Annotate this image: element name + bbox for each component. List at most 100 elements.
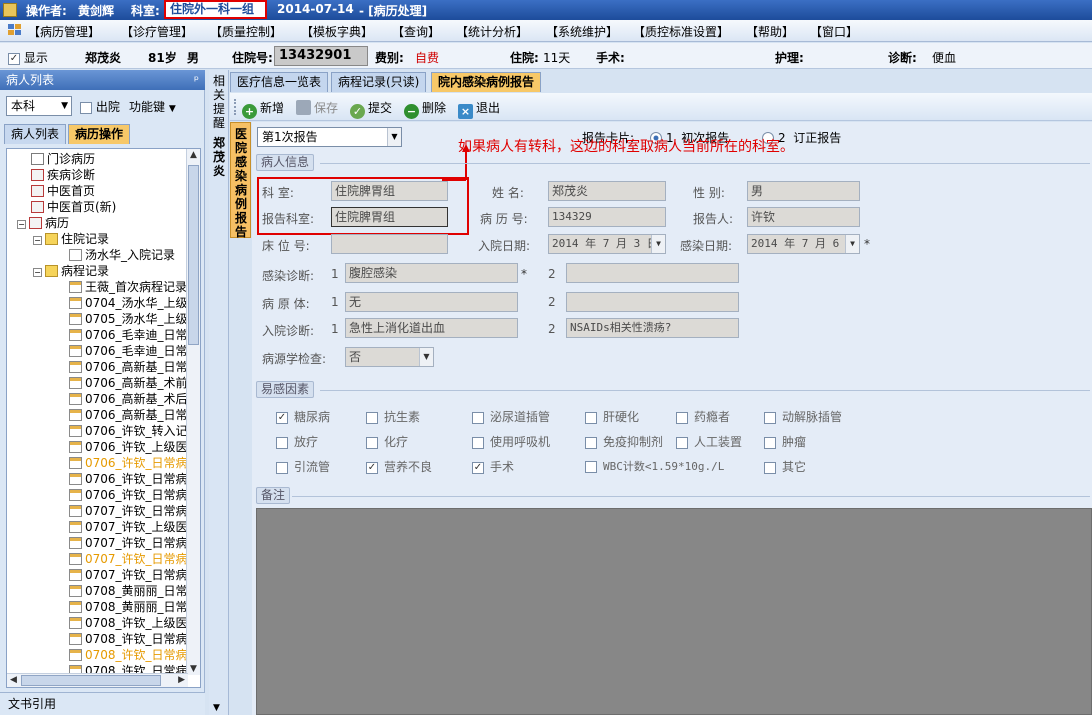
scroll-up-icon[interactable]: ▲ bbox=[190, 150, 197, 160]
calendar-dropdown-icon[interactable]: ▼ bbox=[651, 235, 665, 253]
tree-course-item[interactable]: 0708_黄丽丽_日常 bbox=[69, 599, 188, 615]
discharged-toggle[interactable]: 出院 bbox=[80, 98, 120, 115]
save-button[interactable]: 保存 bbox=[296, 99, 338, 116]
tab-medical-info[interactable]: 医疗信息一览表 bbox=[230, 72, 329, 92]
tree-course-item[interactable]: 王薇_首次病程记录 bbox=[69, 279, 187, 295]
risk-radiotherapy[interactable]: 放疗 bbox=[276, 433, 318, 450]
dept-filter-select[interactable]: 本科 ▼ bbox=[6, 96, 72, 116]
menu-window[interactable]: 【窗口】 bbox=[810, 23, 858, 40]
tree-course-item[interactable]: 0707_许钦_上级医 bbox=[69, 519, 188, 535]
tree-item-outpatient[interactable]: 门诊病历 bbox=[31, 151, 95, 167]
infect-diag-field-1[interactable]: 腹腔感染 bbox=[345, 263, 518, 283]
risk-ventilator[interactable]: 使用呼吸机 bbox=[472, 433, 550, 450]
collapse-icon[interactable]: − bbox=[33, 268, 42, 277]
checkbox-checked[interactable]: ✓ bbox=[472, 461, 484, 474]
tree-item-admission[interactable]: − 住院记录 bbox=[33, 231, 109, 247]
tree-course-item[interactable]: 0706_许钦_上级医 bbox=[69, 439, 188, 455]
tree-course-item[interactable]: 0708_黄丽丽_日常 bbox=[69, 583, 188, 599]
tree-course-item[interactable]: 0707_许钦_日常病 bbox=[69, 567, 188, 583]
risk-wbc-count[interactable]: WBC计数<1.59*10g./L bbox=[585, 458, 724, 474]
bed-no-field[interactable] bbox=[331, 234, 448, 254]
risk-artificial-device[interactable]: 人工装置 bbox=[676, 433, 742, 450]
report-number-select[interactable]: 第1次报告 ▼ bbox=[257, 127, 402, 147]
tree-course-item[interactable]: 0708_许钦_日常病 bbox=[69, 631, 188, 647]
menu-help[interactable]: 【帮助】 bbox=[746, 23, 794, 40]
tree-vertical-scrollbar[interactable]: ▲ ▼ bbox=[186, 149, 200, 675]
tree-course-item[interactable]: 0706_许钦_日常病 bbox=[69, 471, 188, 487]
scroll-right-icon[interactable]: ▶ bbox=[178, 675, 185, 685]
infect-diag-field-2[interactable] bbox=[566, 263, 739, 283]
menu-treatment-mgmt[interactable]: 【诊疗管理】 bbox=[121, 23, 193, 40]
infect-date-field[interactable]: 2014 年 7 月 6 日 ▼ bbox=[747, 234, 860, 254]
menu-qc-standard[interactable]: 【质控标准设置】 bbox=[633, 23, 729, 40]
tree-item-tcm-front[interactable]: 中医首页 bbox=[31, 183, 95, 199]
record-no-field[interactable]: 134329 bbox=[548, 207, 666, 227]
menu-statistics[interactable]: 【统计分析】 bbox=[456, 23, 528, 40]
risk-chemotherapy[interactable]: 化疗 bbox=[366, 433, 408, 450]
scroll-left-icon[interactable]: ◀ bbox=[10, 675, 17, 685]
checkbox[interactable] bbox=[472, 411, 484, 424]
risk-antibiotics[interactable]: 抗生素 bbox=[366, 408, 420, 425]
dept-field[interactable]: 住院脾胃组 bbox=[331, 181, 448, 201]
pin-icon[interactable]: ᵖ bbox=[194, 70, 199, 90]
submit-button[interactable]: ✓ 提交 bbox=[350, 99, 392, 119]
sex-field[interactable]: 男 bbox=[747, 181, 860, 201]
checkbox[interactable] bbox=[764, 411, 776, 424]
checkbox[interactable] bbox=[276, 436, 288, 449]
risk-cirrhosis[interactable]: 肝硬化 bbox=[585, 408, 639, 425]
risk-tumor[interactable]: 肿瘤 bbox=[764, 433, 806, 450]
new-button[interactable]: + 新增 bbox=[242, 99, 284, 119]
risk-drug-addict[interactable]: 药瘾者 bbox=[676, 408, 730, 425]
discharged-checkbox[interactable] bbox=[80, 101, 92, 114]
tree-item-course[interactable]: − 病程记录 bbox=[33, 263, 109, 279]
tree-course-item[interactable]: 0707_许钦_日常病 bbox=[69, 503, 188, 519]
pathogen-field-1[interactable]: 无 bbox=[345, 292, 518, 312]
menu-grid-icon[interactable] bbox=[8, 24, 22, 37]
tab-infection-report[interactable]: 院内感染病例报告 bbox=[431, 72, 542, 92]
tree-item-admission-record[interactable]: 汤水华_入院记录 bbox=[69, 247, 175, 263]
document-reference-panel[interactable]: 文书引用 bbox=[0, 692, 205, 715]
tab-course-readonly[interactable]: 病程记录(只读) bbox=[331, 72, 427, 92]
tree-course-item[interactable]: 0706_高新基_术前 bbox=[69, 375, 188, 391]
risk-drainage-tube[interactable]: 引流管 bbox=[276, 458, 330, 475]
tree-course-item[interactable]: 0706_许钦_日常病 bbox=[69, 487, 188, 503]
tree-course-item[interactable]: 0706_毛幸迪_日常 bbox=[69, 343, 188, 359]
scroll-down-icon[interactable]: ▼ bbox=[190, 664, 197, 674]
checkbox-checked[interactable]: ✓ bbox=[366, 461, 378, 474]
tree-course-item[interactable]: 0707_许钦_日常病 bbox=[69, 551, 188, 567]
admit-date-field[interactable]: 2014 年 7 月 3 日 ▼ bbox=[548, 234, 666, 254]
pathogen-field-2[interactable] bbox=[566, 292, 739, 312]
reporter-field[interactable]: 许钦 bbox=[747, 207, 860, 227]
tree-item-records[interactable]: − 病历 bbox=[17, 215, 69, 231]
risk-malnutrition[interactable]: ✓ 营养不良 bbox=[366, 458, 432, 475]
function-key-button[interactable]: 功能键 ▼ bbox=[129, 98, 176, 115]
tab-patient-list[interactable]: 病人列表 bbox=[4, 124, 67, 144]
pathogen-check-select[interactable]: 否 ▼ bbox=[345, 347, 434, 367]
tree-course-item[interactable]: 0706_许钦_转入记 bbox=[69, 423, 188, 439]
exit-button[interactable]: × 退出 bbox=[458, 99, 500, 119]
checkbox[interactable] bbox=[585, 461, 597, 473]
tree-course-item[interactable]: 0706_高新基_日常 bbox=[69, 407, 188, 423]
tab-record-operations[interactable]: 病历操作 bbox=[68, 124, 131, 144]
checkbox[interactable] bbox=[366, 411, 378, 424]
menu-system-maint[interactable]: 【系统维护】 bbox=[546, 23, 618, 40]
checkbox[interactable] bbox=[366, 436, 378, 449]
tree-horizontal-scrollbar[interactable]: ◀ ▶ bbox=[7, 673, 188, 687]
checkbox[interactable] bbox=[764, 436, 776, 449]
collapse-icon[interactable]: − bbox=[17, 220, 26, 229]
admit-diag-field-2[interactable]: NSAIDs相关性溃疡? bbox=[566, 318, 739, 338]
checkbox[interactable] bbox=[676, 411, 688, 424]
risk-immunosuppressant[interactable]: 免疫抑制剂 bbox=[585, 433, 663, 450]
show-checkbox[interactable]: ✓ bbox=[8, 52, 20, 65]
tree-course-item[interactable]: 0708_许钦_上级医 bbox=[69, 615, 188, 631]
tree-course-item[interactable]: 0706_高新基_日常 bbox=[69, 359, 188, 375]
checkbox-checked[interactable]: ✓ bbox=[276, 411, 288, 424]
calendar-dropdown-icon[interactable]: ▼ bbox=[845, 235, 859, 253]
scroll-thumb[interactable] bbox=[21, 675, 161, 686]
tree-item-tcm-front-new[interactable]: 中医首页(新) bbox=[31, 199, 116, 215]
report-dept-field[interactable]: 住院脾胃组 bbox=[331, 207, 448, 227]
scroll-thumb[interactable] bbox=[188, 165, 199, 345]
menu-template-dict[interactable]: 【模板字典】 bbox=[301, 23, 373, 40]
menu-quality-control[interactable]: 【质量控制】 bbox=[210, 23, 282, 40]
checkbox[interactable] bbox=[764, 461, 776, 474]
